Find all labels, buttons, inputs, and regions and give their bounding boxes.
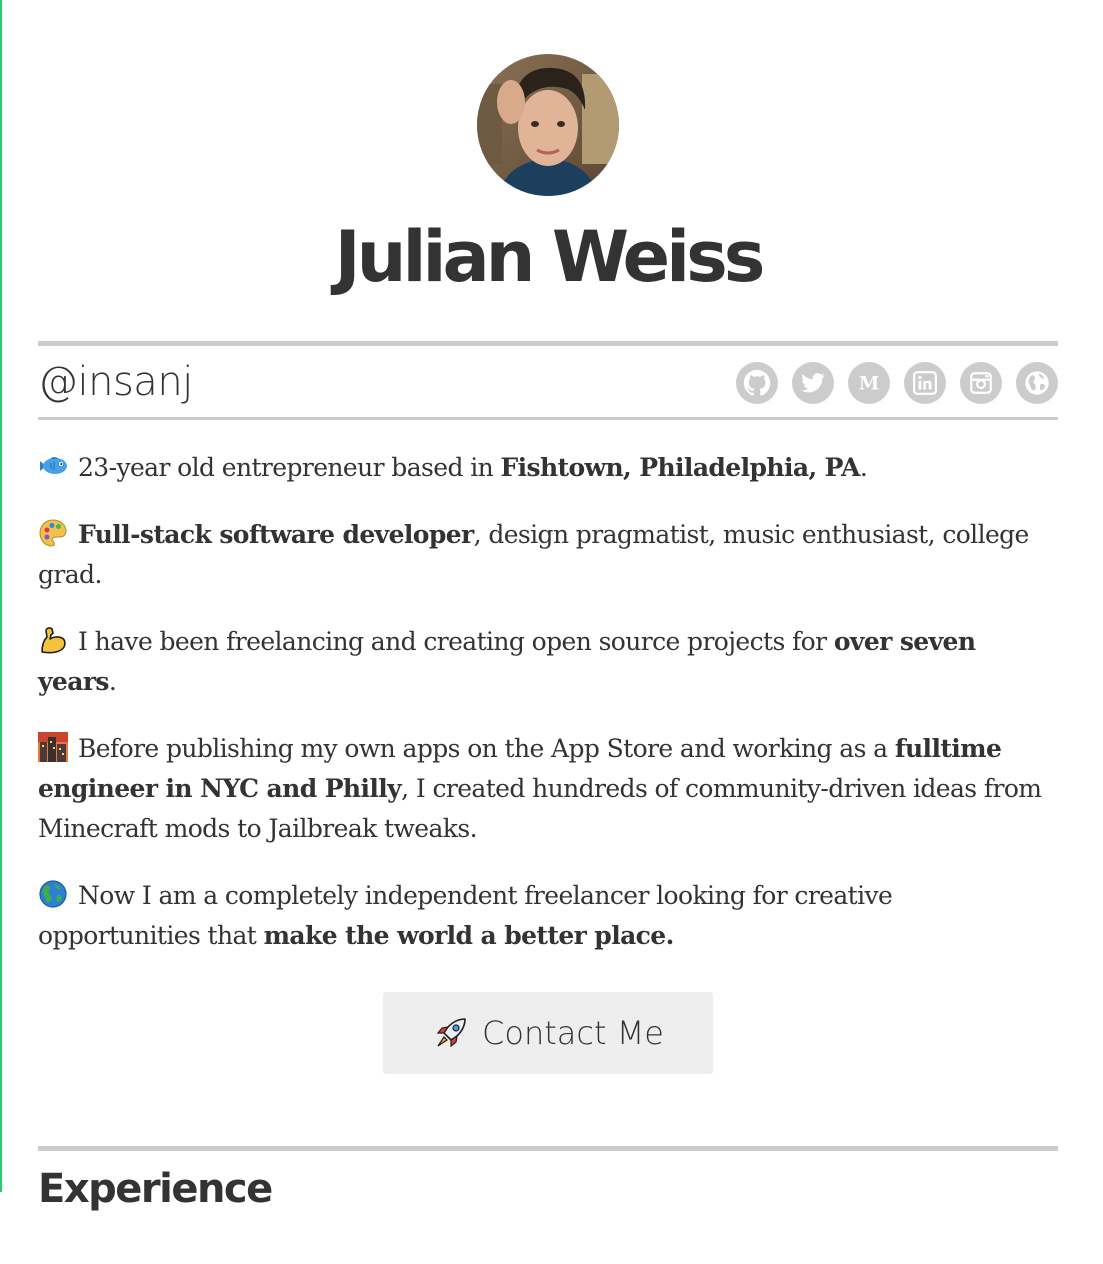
contact-button[interactable]: Contact Me bbox=[383, 992, 713, 1074]
bio-role-title: Full-stack software developer bbox=[78, 520, 474, 549]
bio-location-lead: 23-year old entrepreneur based in bbox=[78, 453, 501, 482]
bio-paragraph-location: 23-year old entrepreneur based in Fishto… bbox=[38, 448, 1058, 488]
city-dusk-icon bbox=[38, 732, 68, 762]
linkedin-icon[interactable] bbox=[904, 362, 946, 404]
left-accent-bar bbox=[0, 0, 2, 1192]
divider-top bbox=[38, 341, 1058, 346]
globe-icon[interactable] bbox=[1016, 362, 1058, 404]
profile-handle: @insanj bbox=[38, 359, 193, 405]
bio-paragraph-experience: I have been freelancing and creating ope… bbox=[38, 622, 1058, 702]
globe-americas-icon bbox=[38, 879, 68, 909]
github-icon[interactable] bbox=[736, 362, 778, 404]
bio-history-lead: Before publishing my own apps on the App… bbox=[78, 734, 895, 763]
instagram-icon[interactable] bbox=[960, 362, 1002, 404]
bio-experience-end: . bbox=[108, 667, 117, 696]
bio-paragraph-now: Now I am a completely independent freela… bbox=[38, 876, 1058, 956]
bio-now-mission: make the world a better place. bbox=[263, 921, 675, 950]
profile-name: Julian Weiss bbox=[334, 216, 766, 298]
bio: 23-year old entrepreneur based in Fishto… bbox=[38, 448, 1058, 983]
twitter-icon[interactable] bbox=[792, 362, 834, 404]
medium-icon[interactable]: M bbox=[848, 362, 890, 404]
avatar-portrait-icon bbox=[477, 54, 619, 196]
bio-paragraph-role: Full-stack software developer, design pr… bbox=[38, 515, 1058, 595]
bio-paragraph-history: Before publishing my own apps on the App… bbox=[38, 729, 1058, 849]
flexed-biceps-icon bbox=[38, 625, 68, 655]
section-title-experience: Experience bbox=[38, 1166, 273, 1212]
contact-button-label: Contact Me bbox=[482, 1014, 664, 1052]
rocket-icon bbox=[432, 1014, 470, 1052]
divider-bottom bbox=[38, 417, 1058, 420]
avatar bbox=[477, 54, 619, 196]
bio-location-place: Fishtown, Philadelphia, PA bbox=[500, 453, 860, 482]
fish-icon bbox=[38, 451, 68, 481]
svg-text:M: M bbox=[859, 374, 879, 395]
bio-experience-lead: I have been freelancing and creating ope… bbox=[78, 627, 834, 656]
divider-section bbox=[38, 1146, 1058, 1151]
bio-location-end: . bbox=[859, 453, 868, 482]
social-links: M bbox=[736, 362, 1058, 404]
palette-icon bbox=[38, 518, 68, 548]
